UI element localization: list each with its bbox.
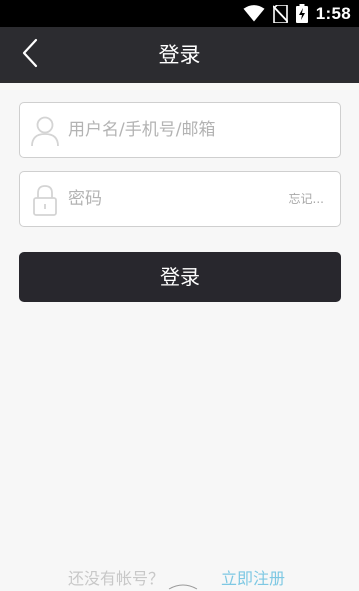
register-link[interactable]: 立即注册 <box>221 565 285 589</box>
decorative-curve <box>168 584 198 590</box>
user-icon <box>30 115 60 147</box>
page-title: 登录 <box>158 43 201 67</box>
status-time: 1:58 <box>315 3 351 23</box>
forgot-password-link[interactable]: 忘记... <box>289 172 324 226</box>
lock-icon <box>30 184 60 216</box>
no-sim-icon <box>272 4 288 23</box>
footer: 还没有帐号？ 立即注册 <box>0 565 359 590</box>
status-icons: 1:58 <box>243 0 351 27</box>
battery-charging-icon <box>295 4 308 23</box>
username-field[interactable]: 用户名/手机号/邮箱 <box>19 102 341 158</box>
app-bar: 登录 <box>0 27 359 83</box>
login-button[interactable]: 登录 <box>19 252 341 302</box>
username-input[interactable]: 用户名/手机号/邮箱 <box>68 103 215 157</box>
wifi-icon <box>243 5 265 22</box>
status-bar: 1:58 <box>0 0 359 27</box>
password-input[interactable]: 密码 <box>68 172 102 226</box>
password-field[interactable]: 密码 忘记... <box>19 171 341 227</box>
no-account-text: 还没有帐号？ <box>68 569 165 588</box>
